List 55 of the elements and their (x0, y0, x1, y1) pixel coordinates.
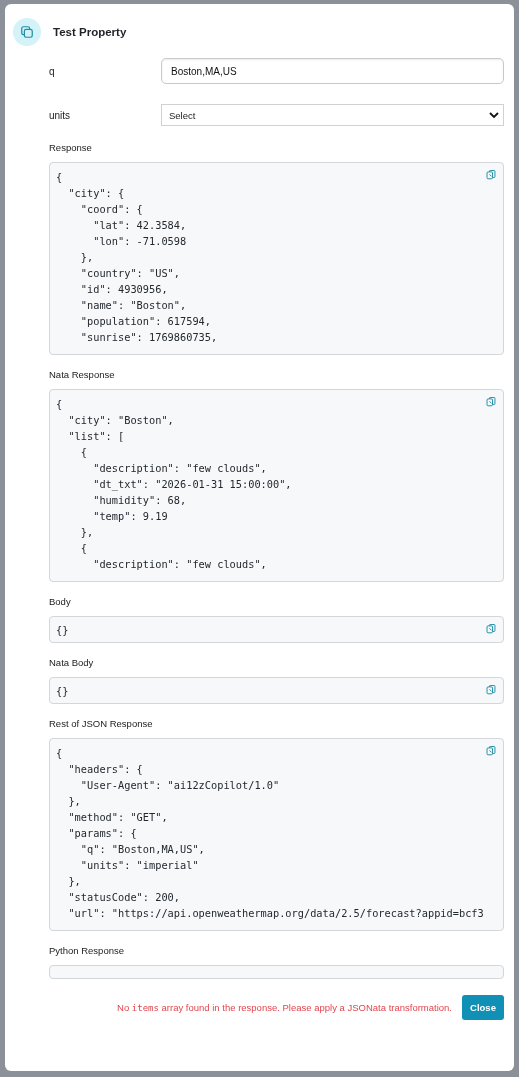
code-line: "lat": 42.3584, (92, 218, 187, 233)
code-line: "humidity": 68, (92, 493, 187, 508)
section-label: Rest of JSON Response (49, 718, 154, 729)
code-line: "description": "few clouds", (92, 557, 267, 572)
select-field[interactable]: Select (161, 104, 504, 126)
code-line: "headers": { (67, 762, 143, 777)
code-line: "description": "few clouds", (92, 461, 267, 476)
code-line: "list": [ (67, 429, 125, 444)
close-button[interactable]: Close (462, 995, 504, 1020)
field-label: units (49, 109, 72, 121)
code-line: {} (56, 684, 69, 699)
copy-icon[interactable] (486, 396, 497, 408)
section-label: Nata Response (49, 369, 116, 380)
code-line: { (79, 541, 87, 556)
code-line: "temp": 9.19 (92, 509, 168, 524)
code-line: { (79, 445, 87, 460)
code-line: "id": 4930956, (79, 282, 168, 297)
code-line: "city": "Boston", (67, 413, 174, 428)
copy-icon[interactable] (486, 169, 497, 181)
code-line: "User-Agent": "ai12zCopilot/1.0" (79, 778, 280, 793)
error-message: No items array found in the response. Please apply a JSONata transformation. (117, 1002, 452, 1013)
code-line: }, (79, 525, 94, 540)
copy-icon[interactable] (486, 623, 497, 635)
code-line: "statusCode": 200, (67, 890, 180, 905)
code-line: { (56, 397, 63, 412)
code-line: "q": "Boston,MA,US", (79, 842, 205, 857)
code-line: "params": { (67, 826, 137, 841)
chevron-icon (489, 112, 499, 118)
code-line: "url": "https://api.openweathermap.org/data/2.5/forecast?appid=bcf3 (67, 906, 484, 921)
copy-icon[interactable] (486, 745, 497, 757)
code-line: { (56, 170, 63, 185)
code-line: "city": { (67, 186, 125, 201)
code-line: }, (67, 794, 81, 809)
section-label: Nata Body (49, 657, 95, 668)
copy-icon (13, 18, 41, 46)
code-line: "units": "imperial" (79, 858, 199, 873)
code-line: "country": "US", (79, 266, 180, 281)
code-line: "dt_txt": "2026-01-31 15:00:00", (92, 477, 292, 492)
code-line: "sunrise": 1769860735, (79, 330, 218, 345)
section-label: Body (49, 596, 72, 607)
code-line: "coord": { (79, 202, 143, 217)
code-line: "name": "Boston", (79, 298, 187, 313)
code-line: { (56, 746, 63, 761)
input-field[interactable]: Boston,MA,US (161, 58, 504, 84)
copy-icon[interactable] (486, 684, 497, 696)
code-line: }, (79, 250, 94, 265)
code-line: "lon": -71.0598 (92, 234, 187, 249)
code-line: "method": "GET", (67, 810, 168, 825)
code-line: }, (67, 874, 81, 889)
section-label: Python Response (49, 945, 125, 956)
code-line: "population": 617594, (79, 314, 211, 329)
section-label: Response (49, 142, 93, 153)
dialog-title: Test Property (53, 26, 127, 38)
field-label: q (49, 65, 56, 77)
code-line: {} (56, 623, 69, 638)
